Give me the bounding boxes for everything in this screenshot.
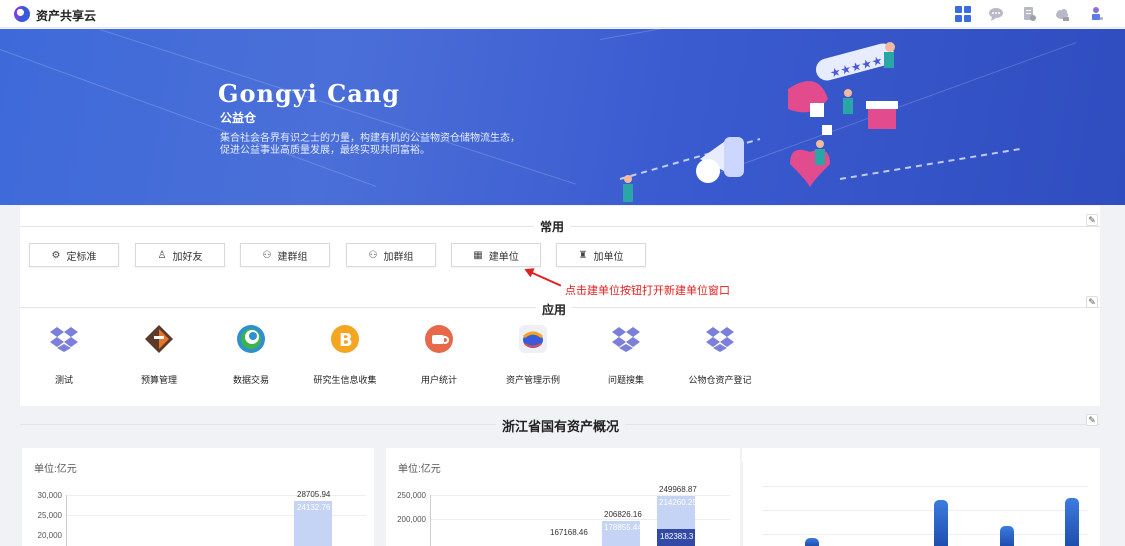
banner-desc-line2: 促进公益事业高质量发展，最终实现共同富裕。 xyxy=(220,145,430,156)
app-label: 研究生信息收集 xyxy=(313,375,377,385)
dropbox-icon xyxy=(706,327,734,352)
top-bar: 资产共享云 xyxy=(0,0,1125,28)
chart1-data-label: 28705.94 xyxy=(297,490,331,499)
app-budget[interactable]: 预算管理 xyxy=(119,324,199,386)
edit-apps-icon[interactable]: ✎ xyxy=(1086,296,1098,308)
apps-section-title: 应用 xyxy=(536,301,573,318)
swirl-icon xyxy=(237,325,265,353)
asset-icon xyxy=(519,325,547,353)
chart2-tick: 200,000 xyxy=(397,515,426,524)
app-label: 测试 xyxy=(54,375,73,385)
hero-banner: Gongyi Cang 公益仓 集合社会各界有识之士的力量，构建有机的公益物资仓… xyxy=(0,29,1125,205)
chart2-unit: 单位:亿元 xyxy=(398,464,441,475)
org-icon: ♜ xyxy=(578,249,588,261)
button-label: 加群组 xyxy=(383,251,414,263)
user-icon: ♙ xyxy=(157,249,167,261)
define-standard-button[interactable]: ⚙ 定标准 xyxy=(29,243,119,267)
app-logo-icon xyxy=(14,6,30,22)
common-section-title: 常用 xyxy=(534,218,571,235)
user-tree-icon[interactable] xyxy=(1088,6,1104,22)
overview-section-title: 浙江省国有资产概况 xyxy=(496,416,626,435)
add-friend-button[interactable]: ♙ 加好友 xyxy=(135,243,225,267)
cloud-icon[interactable] xyxy=(1054,6,1070,22)
bitcoin-icon: B xyxy=(331,325,359,353)
app-label: 数据交易 xyxy=(232,375,269,385)
edit-common-icon[interactable]: ✎ xyxy=(1086,214,1098,226)
group-add-icon: ⚇ xyxy=(368,249,378,261)
chart1-unit: 单位:亿元 xyxy=(34,464,77,475)
edit-overview-icon[interactable]: ✎ xyxy=(1086,414,1098,426)
overview-section: 浙江省国有资产概况 ✎ xyxy=(20,406,1100,448)
chart3-bar xyxy=(805,538,819,546)
app-label: 资产管理示例 xyxy=(505,375,560,385)
chart1-inner-label: 24132.76 xyxy=(297,503,331,512)
app-label: 预算管理 xyxy=(140,375,177,385)
chart2-tick: 250,000 xyxy=(397,491,426,500)
chart2-dark-label: 182383.3 xyxy=(660,532,694,541)
banner-illustration: ★★★★★ xyxy=(619,42,1021,202)
building-icon: ▦ xyxy=(473,249,483,261)
app-title: 资产共享云 xyxy=(36,9,97,23)
banner-title: Gongyi Cang xyxy=(218,79,401,108)
app-label: 用户统计 xyxy=(420,375,457,385)
chart2-data-label: 206826.16 xyxy=(604,510,642,519)
create-unit-button[interactable]: ▦ 建单位 xyxy=(451,243,541,267)
chart3-bar xyxy=(1065,498,1079,546)
button-label: 建群组 xyxy=(277,251,308,263)
app-issue-collect[interactable]: 问题搜集 xyxy=(586,324,666,386)
chart1-tick: 20,000 xyxy=(37,531,62,540)
app-data-trade[interactable]: 数据交易 xyxy=(211,324,291,386)
app-user-stats[interactable]: 用户统计 xyxy=(399,324,479,386)
banner-desc-line1: 集合社会各界有识之士的力量，构建有机的公益物资仓储物流生态， xyxy=(220,133,520,144)
group-icon: ⚇ xyxy=(262,249,272,261)
app-asset-demo[interactable]: 资产管理示例 xyxy=(493,324,573,386)
chart1-tick: 30,000 xyxy=(37,491,62,500)
button-label: 加好友 xyxy=(172,251,203,263)
budget-icon xyxy=(145,325,173,353)
banner-subtitle: 公益仓 xyxy=(220,111,257,125)
join-group-button[interactable]: ⚇ 加群组 xyxy=(346,243,436,267)
chart2-data-label: 167168.46 xyxy=(550,528,588,537)
coffee-icon xyxy=(425,325,453,353)
chat-icon[interactable] xyxy=(988,6,1004,22)
app-grad-info[interactable]: B 研究生信息收集 xyxy=(305,324,385,386)
button-label: 建单位 xyxy=(488,251,519,263)
button-label: 加单位 xyxy=(593,251,624,263)
create-group-button[interactable]: ⚇ 建群组 xyxy=(240,243,330,267)
chart3-bar xyxy=(934,500,948,546)
svg-text:B: B xyxy=(339,330,353,351)
dropbox-icon xyxy=(612,327,640,352)
chart2-inner-label: 214260.25 xyxy=(659,498,697,507)
dropbox-icon xyxy=(50,327,78,352)
apps-grid-icon[interactable] xyxy=(955,6,971,22)
chart2-inner-label: 178855.44 xyxy=(604,523,642,532)
button-label: 定标准 xyxy=(66,251,97,263)
app-test[interactable]: 测试 xyxy=(24,324,104,386)
gear-icon: ⚙ xyxy=(51,249,61,261)
chart2-data-label: 249968.87 xyxy=(659,485,697,494)
app-label: 公物仓资产登记 xyxy=(688,375,752,385)
chart-card-3 xyxy=(742,448,1100,546)
join-unit-button[interactable]: ♜ 加单位 xyxy=(556,243,646,267)
document-icon[interactable] xyxy=(1021,6,1037,22)
app-label: 问题搜集 xyxy=(607,375,644,385)
chart1-tick: 25,000 xyxy=(37,511,62,520)
app-public-asset-register[interactable]: 公物仓资产登记 xyxy=(680,324,760,386)
chart-card-1: 单位:亿元 30,000 25,000 20,000 28705.94 2413… xyxy=(22,448,374,546)
banner-description: 集合社会各界有识之士的力量，构建有机的公益物资仓储物流生态， 促进公益事业高质量… xyxy=(220,133,600,157)
chart-card-2: 单位:亿元 250,000 200,000 167168.46 206826.1… xyxy=(386,448,740,546)
chart3-bar xyxy=(1000,526,1014,546)
